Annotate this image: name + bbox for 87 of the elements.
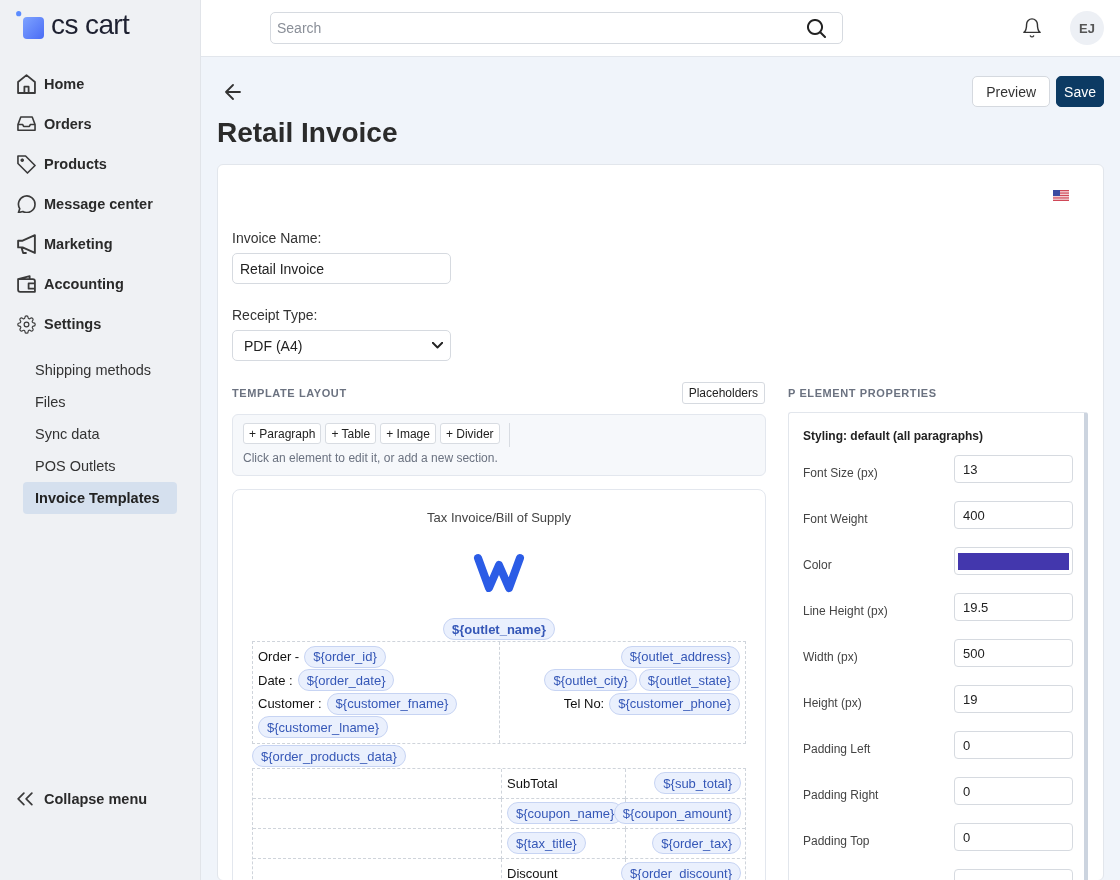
property-label: Padding Right (803, 788, 879, 802)
sidebar-item[interactable]: Marketing (0, 224, 121, 264)
number-field[interactable]: 400 (954, 501, 1073, 529)
field-label: Invoice Name: (232, 229, 322, 248)
field-label: Receipt Type: (232, 306, 318, 325)
placeholder-tag: ${order_products_data} (252, 745, 406, 767)
styling-title: Styling: default (all paragraphs) (803, 428, 984, 445)
tray-icon (17, 116, 36, 132)
label-text: Date : (258, 672, 293, 688)
property-label: Line Height (px) (803, 604, 888, 618)
sidebar-item[interactable]: Settings (0, 304, 110, 344)
wallet-icon (17, 275, 36, 293)
number-field[interactable]: 0 (954, 777, 1073, 805)
placeholder-tag: ${order_date} (297, 669, 395, 692)
property-label: Padding Top (803, 834, 870, 848)
placeholder-tag: ${order_discount} (621, 862, 741, 880)
number-field[interactable]: 500 (954, 639, 1073, 667)
search-icon[interactable] (807, 18, 826, 38)
chat-bubble-icon (17, 194, 36, 214)
section-heading: P ELEMENT PROPERTIES (788, 387, 937, 399)
invoice-title: Tax Invoice/Bill of Supply (427, 510, 571, 526)
section-heading: TEMPLATE LAYOUT (232, 387, 347, 399)
label-text: Customer : (258, 696, 322, 712)
placeholder-tag: ${outlet_state} (638, 669, 740, 692)
save-button[interactable]: Save (1056, 76, 1104, 107)
add-element-button[interactable]: + Paragraph (243, 423, 322, 444)
number-field[interactable]: 13 (954, 455, 1073, 483)
placeholder-tag: ${outlet_address} (620, 645, 740, 668)
property-label: Font Size (px) (803, 466, 878, 480)
collapse-menu-button[interactable]: Collapse menu (0, 783, 156, 815)
settings-icon (17, 314, 36, 334)
logo-icon (473, 553, 525, 593)
placeholder-tag: ${sub_total} (654, 772, 741, 794)
flag-icon[interactable] (1053, 190, 1069, 201)
search-field[interactable]: Search (270, 12, 843, 44)
property-label: Padding Left (803, 742, 871, 756)
page-title: Retail Invoice (217, 116, 398, 150)
preview-button[interactable]: Preview (972, 76, 1051, 107)
label-text: Tel No: (563, 696, 605, 712)
user-avatar[interactable]: EJ (1070, 11, 1104, 45)
number-field[interactable]: 19 (954, 685, 1073, 713)
property-label: Font Weight (803, 512, 868, 526)
sidebar-subitem[interactable]: Shipping methods (23, 354, 177, 386)
dropdown[interactable]: PDF (A4) (232, 330, 451, 361)
number-field[interactable]: 0 (954, 731, 1073, 759)
placeholder-tag: ${order_id} (304, 645, 386, 668)
property-label: Color (803, 558, 832, 572)
text-field[interactable]: Retail Invoice (232, 253, 451, 284)
add-element-button[interactable]: + Image (380, 423, 436, 444)
sidebar-item[interactable]: Accounting (0, 264, 132, 304)
home-icon (17, 73, 36, 95)
label-text: Discount (507, 865, 558, 880)
sidebar-item[interactable]: Products (0, 144, 115, 184)
double-chevron-icon (17, 792, 33, 806)
sidebar-item[interactable]: Message center (0, 184, 161, 224)
tag-icon (17, 154, 36, 174)
placeholder-tag: ${order_tax} (652, 832, 741, 854)
placeholder-tag: ${customer_lname} (258, 716, 388, 739)
logo-text: cs cart (51, 10, 130, 40)
placeholders-button[interactable]: Placeholders (681, 382, 765, 404)
add-element-button[interactable]: + Divider (439, 423, 500, 444)
label-text: SubTotal (507, 775, 558, 791)
placeholder-tag: ${tax_title} (507, 832, 586, 854)
logo-icon (16, 11, 44, 39)
placeholder-tag: ${outlet_name} (443, 618, 555, 640)
placeholder-tag: ${coupon_amount} (613, 802, 741, 824)
color-field[interactable] (954, 547, 1073, 575)
megaphone-icon (17, 233, 36, 255)
property-label: Width (px) (803, 650, 858, 664)
bell-icon[interactable] (1023, 18, 1041, 38)
chevron-down-icon (432, 342, 443, 349)
sidebar-subitem[interactable]: Files (23, 386, 177, 418)
add-element-button[interactable]: + Table (325, 423, 377, 444)
hint-text: Click an element to edit it, or add a new section. (243, 450, 498, 466)
label-text: Order - (258, 649, 300, 665)
sidebar-subitem[interactable]: POS Outlets (23, 450, 177, 482)
number-field[interactable]: 19.5 (954, 593, 1073, 621)
property-label: Height (px) (803, 696, 862, 710)
placeholder-tag: ${customer_phone} (609, 692, 740, 715)
placeholder-tag: ${outlet_city} (544, 669, 637, 692)
back-arrow-icon[interactable] (225, 83, 241, 100)
sidebar-subitem[interactable]: Sync data (23, 418, 177, 450)
placeholder-tag: ${customer_fname} (326, 692, 458, 715)
sidebar-item[interactable]: Orders (0, 104, 100, 144)
sidebar-subitem[interactable]: Invoice Templates (23, 482, 177, 514)
number-field[interactable]: 0 (954, 823, 1073, 851)
sidebar-item[interactable]: Home (0, 64, 93, 104)
